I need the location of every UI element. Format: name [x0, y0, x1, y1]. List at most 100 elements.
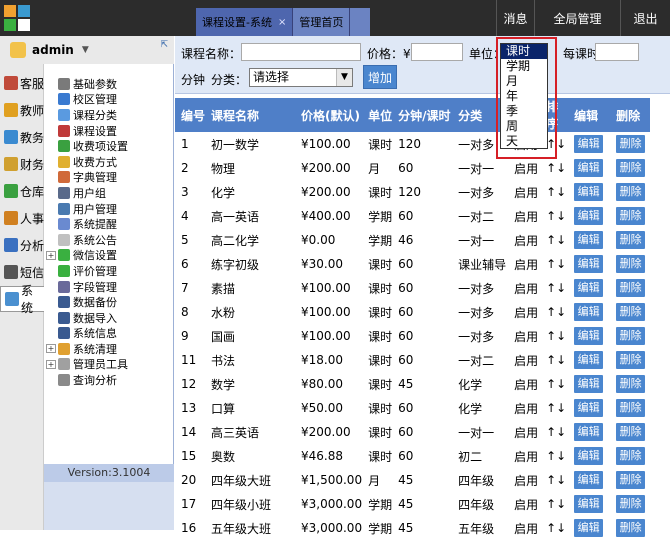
unit-option[interactable]: 课时	[501, 44, 547, 59]
edit-button[interactable]: 编辑	[574, 303, 604, 321]
global-management-button[interactable]: 全局管理	[534, 0, 620, 36]
sort-arrows[interactable]: ↑↓	[540, 420, 568, 444]
sort-arrows[interactable]: ↑↓	[540, 372, 568, 396]
rail-item-teacher[interactable]: 教师	[0, 97, 44, 123]
sort-arrows[interactable]: ↑↓	[540, 516, 568, 540]
edit-button[interactable]: 编辑	[574, 327, 604, 345]
tree-item[interactable]: 系统公告	[44, 232, 174, 248]
tree-item[interactable]: 系统提醒	[44, 216, 174, 232]
edit-button[interactable]: 编辑	[574, 495, 604, 513]
edit-button[interactable]: 编辑	[574, 207, 604, 225]
tree-item[interactable]: 查询分析	[44, 372, 174, 388]
tree-item[interactable]: 字段管理	[44, 279, 174, 295]
unit-option[interactable]: 学期	[501, 59, 547, 74]
edit-button[interactable]: 编辑	[574, 279, 604, 297]
close-icon[interactable]: ×	[278, 17, 286, 28]
expand-icon[interactable]: +	[46, 250, 56, 260]
delete-button[interactable]: 删除	[616, 519, 646, 537]
delete-button[interactable]: 删除	[616, 447, 646, 465]
edit-button[interactable]: 编辑	[574, 447, 604, 465]
edit-button[interactable]: 编辑	[574, 231, 604, 249]
edit-button[interactable]: 编辑	[574, 159, 604, 177]
rail-item-warehouse[interactable]: 仓库	[0, 178, 44, 204]
edit-button[interactable]: 编辑	[574, 183, 604, 201]
add-button[interactable]: 增加	[363, 65, 397, 89]
logout-button[interactable]: 退出	[620, 0, 670, 36]
tree-item[interactable]: 用户管理	[44, 201, 174, 217]
tree-item[interactable]: 基础参数	[44, 76, 174, 92]
rail-item-academic[interactable]: 教务	[0, 124, 44, 150]
edit-button[interactable]: 编辑	[574, 255, 604, 273]
delete-button[interactable]: 删除	[616, 423, 646, 441]
avatar[interactable]	[10, 42, 26, 58]
tab-course-settings[interactable]: 课程设置-系统 ×	[196, 8, 294, 36]
tree-item[interactable]: 字典管理	[44, 170, 174, 186]
course-name-input[interactable]	[241, 43, 361, 61]
tab-dashboard[interactable]: 管理首页	[293, 8, 351, 36]
edit-button[interactable]: 编辑	[574, 351, 604, 369]
rail-item-system[interactable]: 系统	[0, 284, 44, 315]
tree-item[interactable]: 数据导入	[44, 310, 174, 326]
delete-button[interactable]: 删除	[616, 255, 646, 273]
category-select[interactable]: 请选择 ▼	[249, 68, 353, 87]
tree-item[interactable]: 收费项设置	[44, 138, 174, 154]
tree-item[interactable]: 校区管理	[44, 92, 174, 108]
tree-item[interactable]: 课程分类	[44, 107, 174, 123]
tree-item[interactable]: 评价管理	[44, 263, 174, 279]
delete-button[interactable]: 删除	[616, 327, 646, 345]
minutes-per-class-input[interactable]	[595, 43, 639, 61]
tree-item[interactable]: 数据备份	[44, 294, 174, 310]
unit-option[interactable]: 月	[501, 74, 547, 89]
edit-button[interactable]: 编辑	[574, 519, 604, 537]
delete-button[interactable]: 删除	[616, 279, 646, 297]
sort-arrows[interactable]: ↑↓	[540, 276, 568, 300]
edit-button[interactable]: 编辑	[574, 399, 604, 417]
sort-arrows[interactable]: ↑↓	[540, 228, 568, 252]
tree-item[interactable]: + 系统清理	[44, 341, 174, 357]
tree-item[interactable]: + 管理员工具	[44, 357, 174, 373]
delete-button[interactable]: 删除	[616, 183, 646, 201]
chevron-down-icon[interactable]: ▼	[336, 69, 352, 86]
sort-arrows[interactable]: ↑↓	[540, 348, 568, 372]
sort-arrows[interactable]: ↑↓	[540, 468, 568, 492]
delete-button[interactable]: 删除	[616, 351, 646, 369]
sort-arrows[interactable]: ↑↓	[540, 300, 568, 324]
delete-button[interactable]: 删除	[616, 207, 646, 225]
sort-arrows[interactable]: ↑↓	[540, 180, 568, 204]
tree-item[interactable]: 收费方式	[44, 154, 174, 170]
price-input[interactable]	[411, 43, 463, 61]
sort-arrows[interactable]: ↑↓	[540, 324, 568, 348]
tree-item[interactable]: 用户组	[44, 185, 174, 201]
sort-arrows[interactable]: ↑↓	[540, 492, 568, 516]
delete-button[interactable]: 删除	[616, 399, 646, 417]
unit-option[interactable]: 年	[501, 89, 547, 104]
pin-icon[interactable]: ⇱	[160, 40, 168, 50]
username[interactable]: admin	[32, 43, 74, 57]
chevron-down-icon[interactable]: ▼	[82, 45, 89, 55]
unit-option[interactable]: 季	[501, 104, 547, 119]
delete-button[interactable]: 删除	[616, 159, 646, 177]
delete-button[interactable]: 删除	[616, 135, 646, 153]
delete-button[interactable]: 删除	[616, 231, 646, 249]
unit-option[interactable]: 天	[501, 134, 547, 149]
expand-icon[interactable]: +	[46, 344, 56, 354]
messages-button[interactable]: 消息	[496, 0, 534, 36]
expand-icon[interactable]: +	[46, 359, 56, 369]
sort-arrows[interactable]: ↑↓	[540, 252, 568, 276]
edit-button[interactable]: 编辑	[574, 375, 604, 393]
rail-item-hr[interactable]: 人事	[0, 205, 44, 231]
edit-button[interactable]: 编辑	[574, 423, 604, 441]
sort-arrows[interactable]: ↑↓	[540, 204, 568, 228]
edit-button[interactable]: 编辑	[574, 471, 604, 489]
tree-item[interactable]: 课程设置	[44, 123, 174, 139]
rail-item-analysis[interactable]: 分析	[0, 232, 44, 258]
edit-button[interactable]: 编辑	[574, 135, 604, 153]
delete-button[interactable]: 删除	[616, 495, 646, 513]
unit-option[interactable]: 周	[501, 119, 547, 134]
delete-button[interactable]: 删除	[616, 471, 646, 489]
rail-item-finance[interactable]: 财务	[0, 151, 44, 177]
tree-item[interactable]: + 微信设置	[44, 248, 174, 264]
delete-button[interactable]: 删除	[616, 303, 646, 321]
sort-arrows[interactable]: ↑↓	[540, 156, 568, 180]
sort-arrows[interactable]: ↑↓	[540, 444, 568, 468]
